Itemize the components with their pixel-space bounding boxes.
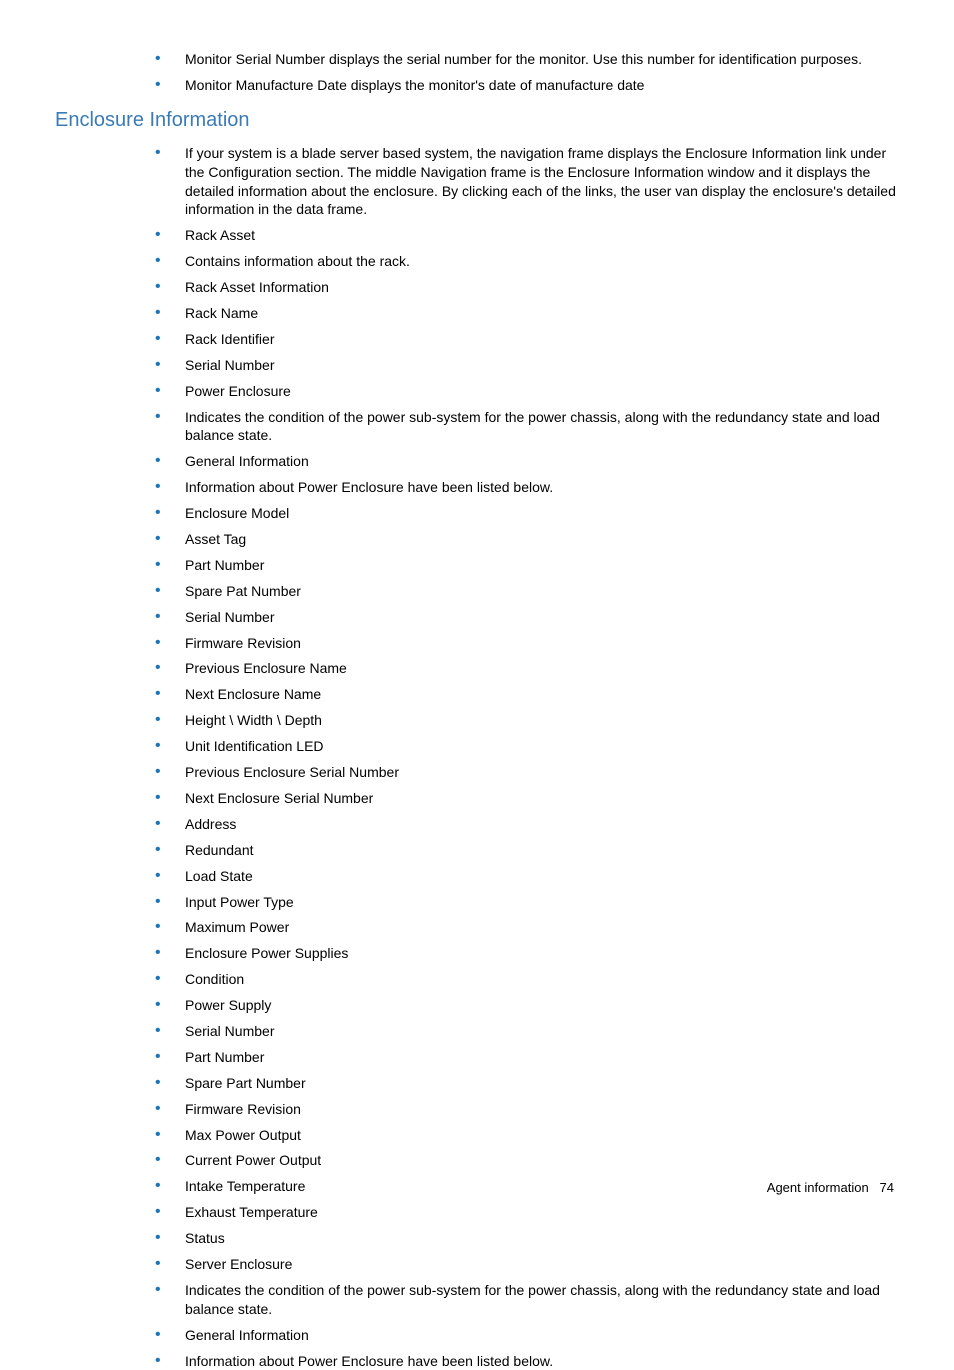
list-item: General Information	[155, 452, 899, 471]
list-item: Status	[155, 1229, 899, 1248]
list-item: Part Number	[155, 556, 899, 575]
list-item: Asset Tag	[155, 530, 899, 549]
list-item: Maximum Power	[155, 918, 899, 937]
list-item: Unit Identification LED	[155, 737, 899, 756]
top-bullet-list: Monitor Serial Number displays the seria…	[55, 50, 899, 95]
list-item: Serial Number	[155, 356, 899, 375]
list-item: Rack Asset	[155, 226, 899, 245]
list-item: Redundant	[155, 841, 899, 860]
list-item: Monitor Serial Number displays the seria…	[155, 50, 899, 69]
list-item: Firmware Revision	[155, 1100, 899, 1119]
list-item: Serial Number	[155, 608, 899, 627]
list-item: Input Power Type	[155, 893, 899, 912]
list-item: Server Enclosure	[155, 1255, 899, 1274]
footer-section: Agent information	[767, 1180, 869, 1195]
list-item: Load State	[155, 867, 899, 886]
list-item: Enclosure Model	[155, 504, 899, 523]
list-item: Height \ Width \ Depth	[155, 711, 899, 730]
list-item: Information about Power Enclosure have b…	[155, 1352, 899, 1370]
page-footer: Agent information 74	[767, 1179, 894, 1197]
enclosure-information-heading: Enclosure Information	[55, 107, 899, 134]
list-item: Rack Name	[155, 304, 899, 323]
list-item: Next Enclosure Name	[155, 685, 899, 704]
list-item: Power Supply	[155, 996, 899, 1015]
list-item: Part Number	[155, 1048, 899, 1067]
list-item: Previous Enclosure Name	[155, 659, 899, 678]
list-item: Rack Identifier	[155, 330, 899, 349]
list-item: Next Enclosure Serial Number	[155, 789, 899, 808]
list-item: Max Power Output	[155, 1126, 899, 1145]
list-item: Exhaust Temperature	[155, 1203, 899, 1222]
list-item: Rack Asset Information	[155, 278, 899, 297]
list-item: Monitor Manufacture Date displays the mo…	[155, 76, 899, 95]
list-item: If your system is a blade server based s…	[155, 144, 899, 220]
list-item: Firmware Revision	[155, 634, 899, 653]
list-item: Serial Number	[155, 1022, 899, 1041]
footer-page-number: 74	[880, 1180, 894, 1195]
list-item: Address	[155, 815, 899, 834]
list-item: Information about Power Enclosure have b…	[155, 478, 899, 497]
list-item: Condition	[155, 970, 899, 989]
list-item: Indicates the condition of the power sub…	[155, 408, 899, 446]
list-item: Power Enclosure	[155, 382, 899, 401]
list-item: Indicates the condition of the power sub…	[155, 1281, 899, 1319]
list-item: Enclosure Power Supplies	[155, 944, 899, 963]
list-item: Spare Part Number	[155, 1074, 899, 1093]
list-item: Previous Enclosure Serial Number	[155, 763, 899, 782]
list-item: General Information	[155, 1326, 899, 1345]
list-item: Current Power Output	[155, 1151, 899, 1170]
list-item: Contains information about the rack.	[155, 252, 899, 271]
list-item: Spare Pat Number	[155, 582, 899, 601]
